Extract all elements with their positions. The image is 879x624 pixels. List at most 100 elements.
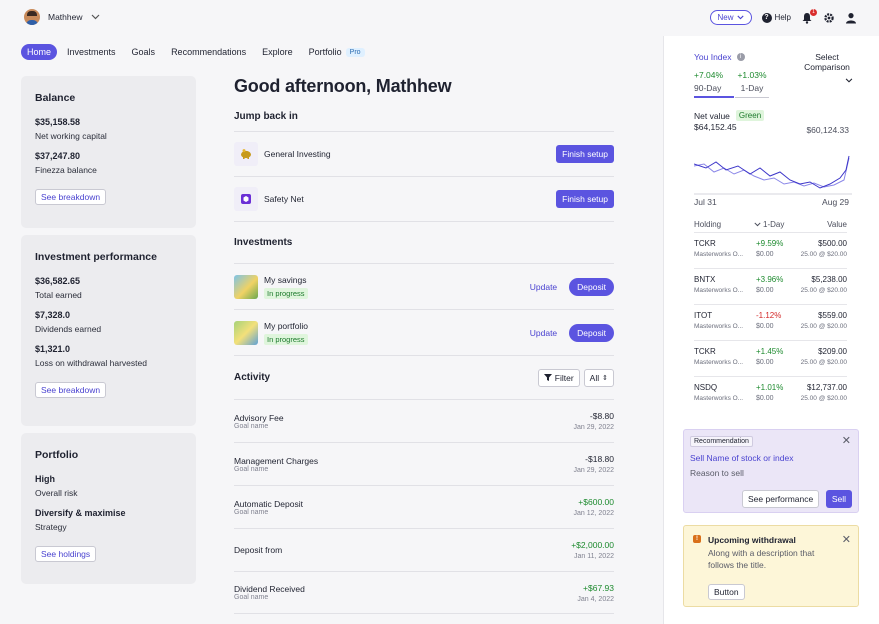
nav-home[interactable]: Home — [21, 44, 58, 60]
close-icon[interactable]: ✕ — [842, 533, 851, 546]
activity-amount-block: +$600.00 Jan 12, 2022 — [574, 497, 614, 517]
nav-recommendations[interactable]: Recommendations — [165, 44, 252, 60]
see-performance-button[interactable]: See performance — [742, 490, 820, 508]
chevron-down-icon — [736, 15, 744, 20]
tab-you-index[interactable]: You Index i — [694, 52, 745, 62]
performance-item: $36,582.65 Total earned — [35, 276, 182, 300]
portfolio-card: Portfolio High Overall risk Diversify & … — [21, 433, 196, 584]
holding-calc: 25.00 @ $20.00 — [800, 359, 847, 366]
balance-card: Balance $35,158.58 Net working capital $… — [21, 76, 196, 228]
activity-row[interactable]: Management Charges Goal name -$18.80 Jan… — [234, 442, 614, 485]
investment-info: My savings In progress — [264, 275, 530, 299]
holding-row[interactable]: NSDQ Masterworks O... +1.01% $0.00 $12,7… — [694, 376, 847, 412]
main-nav: Home Investments Goals Recommendations E… — [21, 44, 371, 60]
portfolio-label: Overall risk — [35, 488, 78, 498]
activity-title: Dividend Received — [234, 584, 305, 594]
alert-icon: ! — [693, 535, 701, 543]
see-breakdown-button[interactable]: See breakdown — [35, 382, 107, 398]
nav-investments[interactable]: Investments — [61, 44, 122, 60]
activity-goal: Goal name — [234, 508, 269, 516]
nav-goals[interactable]: Goals — [126, 44, 162, 60]
user-menu[interactable]: Mathhew — [24, 9, 100, 25]
deposit-button[interactable]: Deposit — [569, 277, 614, 296]
jump-item: General Investing Finish setup — [234, 131, 614, 176]
holding-calc: 25.00 @ $20.00 — [800, 251, 847, 258]
holding-row[interactable]: TCKR Masterworks O... +1.45% $0.00 $209.… — [694, 340, 847, 376]
performance-value: $1,321.0 — [35, 344, 71, 354]
holding-price: $0.00 — [756, 251, 774, 258]
holding-sub: Masterworks O... — [694, 359, 744, 366]
finish-setup-button[interactable]: Finish setup — [556, 190, 614, 208]
jump-item-name: General Investing — [264, 149, 331, 159]
activity-amount: +$67.93 — [583, 582, 614, 593]
balance-item: $37,247.80 Finezza balance — [35, 151, 182, 175]
holding-value: $209.00 — [818, 347, 847, 356]
page-title: Good afternoon, Mathhew — [234, 76, 452, 96]
recommendation-tag: Recommendation — [690, 436, 753, 447]
status-badge: In progress — [264, 333, 308, 345]
activity-select-value: All — [589, 372, 600, 383]
info-icon: i — [736, 53, 745, 61]
performance-label: Dividends earned — [35, 324, 102, 334]
filter-button[interactable]: Filter — [537, 368, 580, 387]
new-label: New — [717, 13, 734, 22]
holding-change: +1.01% — [756, 383, 784, 392]
sell-button[interactable]: Sell — [825, 490, 852, 508]
avatar — [24, 9, 40, 25]
nav-explore[interactable]: Explore — [256, 44, 299, 60]
investment-name: My savings — [264, 274, 307, 285]
balance-label: Finezza balance — [35, 165, 97, 175]
holding-price: $0.00 — [756, 395, 774, 402]
activity-row[interactable]: Deposit from +$2,000.00 Jan 11, 2022 — [234, 528, 614, 571]
help-button[interactable]: ? Help — [761, 12, 791, 23]
holding-ticker: BNTX — [694, 275, 716, 284]
activity-select[interactable]: All ⇕ — [583, 368, 614, 387]
account-icon[interactable] — [845, 12, 857, 24]
activity-row[interactable]: Dividend Received Goal name +$67.93 Jan … — [234, 571, 614, 614]
help-label: Help — [774, 13, 791, 22]
header-holding: Holding — [694, 220, 722, 229]
recommendation-reason: Reason to sell — [690, 468, 744, 478]
holding-row[interactable]: TCKR Masterworks O... +9.59% $0.00 $500.… — [694, 232, 847, 268]
deposit-button[interactable]: Deposit — [569, 323, 614, 342]
see-holdings-button[interactable]: See holdings — [35, 546, 97, 562]
new-button[interactable]: New — [709, 10, 752, 25]
header-1-day[interactable]: 1-Day — [754, 220, 800, 229]
activity-title: Automatic Deposit — [234, 498, 303, 509]
holding-row[interactable]: ITOT Masterworks O... -1.12% $0.00 $559.… — [694, 304, 847, 340]
recommendation-card: Recommendation ✕ Sell Name of stock or i… — [683, 429, 859, 513]
activity-info: Deposit from — [234, 545, 571, 555]
activity-row[interactable]: Advisory Fee Goal name -$8.80 Jan 29, 20… — [234, 399, 614, 442]
holding-sub: Masterworks O... — [694, 287, 744, 294]
holding-sub: Masterworks O... — [694, 251, 744, 258]
update-link[interactable]: Update — [530, 328, 557, 338]
notifications-button[interactable]: 1 — [801, 8, 817, 24]
close-icon[interactable]: ✕ — [842, 434, 851, 447]
holding-change: -1.12% — [756, 311, 782, 320]
withdrawal-button[interactable]: Button — [708, 584, 745, 600]
holding-ticker: TCKR — [694, 347, 716, 356]
activity-title: Management Charges — [234, 455, 319, 466]
chevron-down-icon — [845, 78, 853, 83]
activity-date: Jan 29, 2022 — [573, 424, 614, 431]
index-chart — [694, 155, 852, 195]
period-1-day[interactable]: +1.03% 1-Day — [735, 70, 769, 98]
finish-setup-button[interactable]: Finish setup — [556, 145, 614, 163]
nav-portfolio[interactable]: Portfolio Pro — [303, 44, 371, 60]
period-90-day[interactable]: +7.04% 90-Day — [694, 70, 734, 98]
performance-title: Investment performance — [35, 251, 157, 263]
see-breakdown-button[interactable]: See breakdown — [35, 189, 107, 205]
select-comparison[interactable]: Select Comparison — [797, 52, 857, 85]
investment-info: My portfolio In progress — [264, 321, 530, 345]
pro-badge: Pro — [345, 47, 365, 57]
recommendation-title[interactable]: Sell Name of stock or index — [690, 453, 793, 463]
holding-row[interactable]: BNTX Masterworks O... +3.96% $0.00 $5,23… — [694, 268, 847, 304]
activity-amount-block: -$18.80 Jan 29, 2022 — [574, 454, 614, 474]
portfolio-value: High — [35, 474, 55, 484]
jump-item: Safety Net Finish setup — [234, 176, 614, 221]
portfolio-item: High Overall risk — [35, 474, 182, 498]
activity-info: Management Charges Goal name — [234, 456, 574, 473]
update-link[interactable]: Update — [530, 282, 557, 292]
gear-icon[interactable] — [823, 12, 835, 24]
activity-row[interactable]: Automatic Deposit Goal name +$600.00 Jan… — [234, 485, 614, 528]
